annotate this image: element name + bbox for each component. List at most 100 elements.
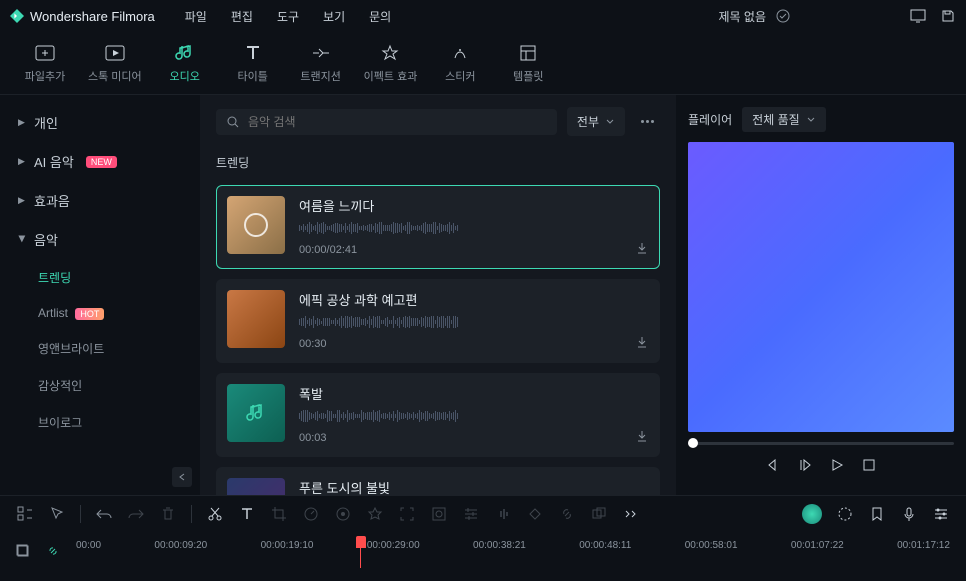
tab-stickers[interactable]: 스티커	[435, 42, 485, 84]
screen-icon[interactable]	[910, 8, 926, 24]
menu-edit[interactable]: 편집	[231, 8, 253, 25]
tab-audio[interactable]: 오디오	[160, 42, 210, 84]
play-button[interactable]	[829, 457, 845, 473]
tab-transitions[interactable]: 트랜지션	[296, 42, 346, 84]
track-thumbnail	[227, 384, 285, 442]
track-item[interactable]: 푸른 도시의 불빛	[216, 467, 660, 495]
track-title: 여름을 느끼다	[299, 196, 649, 215]
cursor-icon[interactable]	[48, 505, 66, 523]
section-title: 트렌딩	[216, 154, 660, 171]
search-icon	[226, 115, 240, 129]
track-time: 00:03	[299, 432, 327, 444]
progress-handle[interactable]	[688, 438, 698, 448]
link-icon[interactable]	[558, 505, 576, 523]
next-frame-button[interactable]	[797, 457, 813, 473]
search-box[interactable]	[216, 109, 557, 135]
color-icon[interactable]	[334, 505, 352, 523]
tab-stock[interactable]: 스톡 미디어	[88, 42, 142, 84]
chevron-right-icon: ▶	[18, 117, 26, 128]
tab-templates[interactable]: 템플릿	[503, 42, 553, 84]
ruler-mark: 00:00:48:11	[579, 540, 631, 551]
sub-emotional[interactable]: 감상적인	[38, 367, 200, 404]
track-thumbnail	[227, 290, 285, 348]
render-icon[interactable]	[836, 505, 854, 523]
mask-icon[interactable]	[430, 505, 448, 523]
sidebar-item-personal[interactable]: ▶개인	[0, 103, 200, 142]
preview-title: 플레이어	[688, 111, 732, 128]
playhead[interactable]	[356, 536, 366, 548]
hot-badge: HOT	[75, 308, 104, 320]
track-thumbnail	[227, 196, 285, 254]
focus-icon[interactable]	[398, 505, 416, 523]
track-time: 00:30	[299, 338, 327, 350]
chevron-down-icon: ▶	[17, 236, 28, 244]
adjust-icon[interactable]	[462, 505, 480, 523]
menu-help[interactable]: 문의	[369, 8, 391, 25]
ruler-mark: 00:01:07:22	[791, 540, 844, 551]
add-track-icon[interactable]	[16, 505, 34, 523]
prev-frame-button[interactable]	[765, 457, 781, 473]
effect-icon[interactable]	[366, 505, 384, 523]
tab-import[interactable]: 파일추가	[20, 42, 70, 84]
ruler-mark: 00:00:58:01	[685, 540, 738, 551]
sub-vlog[interactable]: 브이로그	[38, 404, 200, 441]
cut-icon[interactable]	[206, 505, 224, 523]
track-time: 00:00/02:41	[299, 244, 357, 256]
text-icon[interactable]	[238, 505, 256, 523]
track-item[interactable]: 여름을 느끼다 00:00/02:41	[216, 185, 660, 269]
undo-icon[interactable]	[95, 505, 113, 523]
track-item[interactable]: 폭발 00:03	[216, 373, 660, 457]
preview-progress[interactable]	[688, 442, 954, 445]
waveform	[299, 409, 649, 423]
speed-icon[interactable]	[302, 505, 320, 523]
document-title: 제목 없음	[719, 8, 767, 25]
waveform	[299, 221, 649, 235]
ruler-mark: 00:00:29:00	[367, 540, 420, 551]
stop-button[interactable]	[861, 457, 877, 473]
track-title: 폭발	[299, 384, 649, 403]
audio-icon[interactable]	[494, 505, 512, 523]
sidebar-item-ai-music[interactable]: ▶AI 음악NEW	[0, 142, 200, 181]
track-title: 푸른 도시의 불빛	[299, 478, 649, 495]
chevron-down-icon	[605, 118, 615, 126]
menu-tools[interactable]: 도구	[277, 8, 299, 25]
chevron-right-icon: ▶	[18, 156, 26, 167]
search-input[interactable]	[248, 115, 547, 129]
sub-young-bright[interactable]: 영앤브라이트	[38, 330, 200, 367]
download-icon[interactable]	[635, 335, 649, 352]
sidebar-item-music[interactable]: ▶음악	[0, 220, 200, 259]
sidebar-item-sfx[interactable]: ▶효과음	[0, 181, 200, 220]
download-icon[interactable]	[635, 429, 649, 446]
menu-view[interactable]: 보기	[323, 8, 345, 25]
ruler-mark: 00:00:19:10	[261, 540, 314, 551]
menu-file[interactable]: 파일	[185, 8, 207, 25]
sub-trending[interactable]: 트렌딩	[38, 259, 200, 296]
tab-titles[interactable]: 타이틀	[228, 42, 278, 84]
chevron-down-icon	[806, 116, 816, 124]
timeline-ruler[interactable]: 00:00 00:00:09:20 00:00:19:10 00:00:29:0…	[76, 540, 950, 564]
keyframe-icon[interactable]	[526, 505, 544, 523]
voiceover-icon[interactable]	[900, 505, 918, 523]
mixer-icon[interactable]	[932, 505, 950, 523]
timeline-link-icon[interactable]	[46, 544, 62, 560]
download-icon[interactable]	[635, 241, 649, 258]
timeline-layers-icon[interactable]	[16, 544, 32, 560]
crop-icon[interactable]	[270, 505, 288, 523]
ruler-mark: 00:00:09:20	[154, 540, 207, 551]
filter-dropdown[interactable]: 전부	[567, 107, 625, 136]
collapse-sidebar-button[interactable]	[172, 467, 192, 487]
group-icon[interactable]	[590, 505, 608, 523]
sub-artlist[interactable]: Artlist HOT	[38, 296, 200, 330]
more-button[interactable]	[635, 114, 660, 129]
ruler-mark: 00:01:17:12	[897, 540, 950, 551]
quality-dropdown[interactable]: 전체 품질	[742, 107, 826, 132]
new-badge: NEW	[86, 156, 117, 168]
more-tools-icon[interactable]	[622, 505, 640, 523]
track-item[interactable]: 에픽 공상 과학 예고편 00:30	[216, 279, 660, 363]
ai-button[interactable]	[802, 504, 822, 524]
redo-icon[interactable]	[127, 505, 145, 523]
marker-icon[interactable]	[868, 505, 886, 523]
save-icon[interactable]	[940, 8, 956, 24]
tab-effects[interactable]: 이펙트 효과	[364, 42, 418, 84]
delete-icon[interactable]	[159, 505, 177, 523]
